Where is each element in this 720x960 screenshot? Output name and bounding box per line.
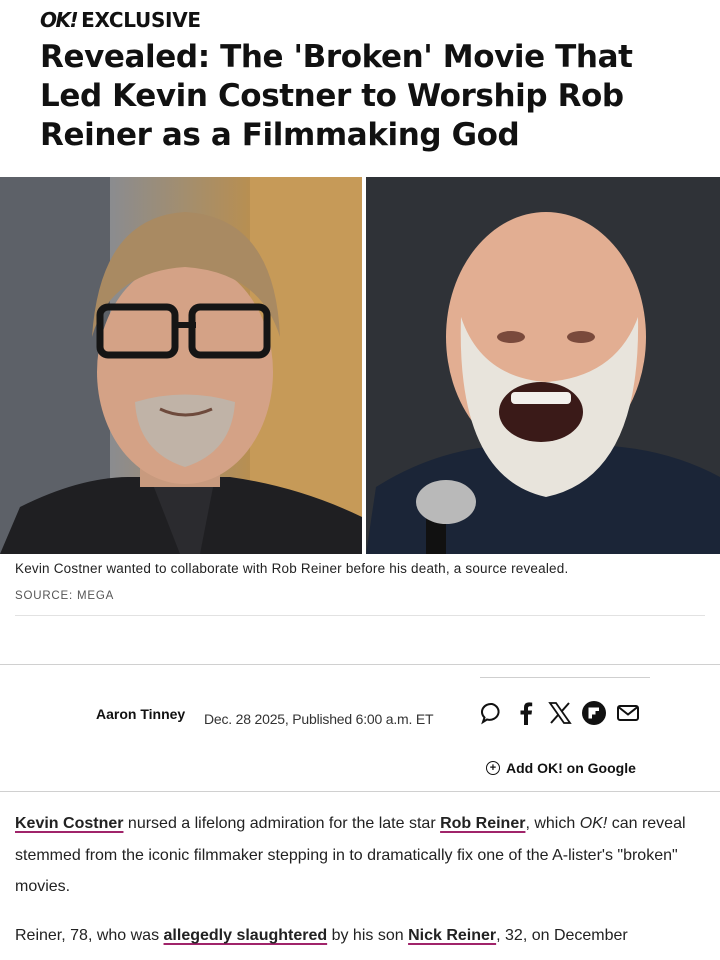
link-kevin-costner[interactable]: Kevin Costner xyxy=(15,815,123,832)
section-divider-top xyxy=(0,664,720,665)
exclusive-label: EXCLUSIVE xyxy=(81,8,201,32)
hero-image xyxy=(0,177,720,554)
article-paragraph-2: Reiner, 78, who was allegedly slaughtere… xyxy=(15,920,705,952)
email-icon[interactable] xyxy=(616,700,640,726)
section-divider-bottom xyxy=(0,791,720,792)
link-rob-reiner[interactable]: Rob Reiner xyxy=(440,815,525,832)
author-name[interactable]: Aaron Tinney xyxy=(96,706,185,722)
share-divider xyxy=(480,677,650,678)
flipboard-icon[interactable] xyxy=(582,700,606,726)
p2-text-1: Reiner, 78, who was xyxy=(15,927,164,944)
kevin-costner-illustration xyxy=(0,177,362,554)
image-source: SOURCE: MEGA xyxy=(15,590,115,602)
link-nick-reiner[interactable]: Nick Reiner xyxy=(408,927,496,944)
add-google-label: Add OK! on Google xyxy=(506,760,636,776)
x-icon[interactable] xyxy=(548,700,572,726)
share-bar xyxy=(480,700,640,726)
p1-text-1: nursed a lifelong admiration for the lat… xyxy=(123,815,441,832)
p2-text-3: , 32, on December xyxy=(496,927,628,944)
add-ok-on-google-button[interactable]: + Add OK! on Google xyxy=(486,760,636,776)
ok-logo[interactable]: OK! xyxy=(40,8,79,32)
p2-text-2: by his son xyxy=(327,927,409,944)
caption-divider xyxy=(15,615,705,616)
image-caption: Kevin Costner wanted to collaborate with… xyxy=(15,561,569,576)
facebook-icon[interactable] xyxy=(514,700,538,726)
p1-text-2: , which xyxy=(525,815,580,832)
plus-circle-icon: + xyxy=(486,761,500,775)
rob-reiner-photo xyxy=(366,177,720,554)
ok-italic: OK! xyxy=(579,815,608,832)
comment-icon[interactable] xyxy=(480,700,504,726)
rob-reiner-illustration xyxy=(366,177,720,554)
link-allegedly-slaughtered[interactable]: allegedly slaughtered xyxy=(164,927,328,944)
kevin-costner-photo xyxy=(0,177,362,554)
kicker: OK! EXCLUSIVE xyxy=(40,8,201,32)
publish-date: Dec. 28 2025, Published 6:00 a.m. ET xyxy=(204,711,434,727)
article-paragraph-1: Kevin Costner nursed a lifelong admirati… xyxy=(15,808,705,903)
article-headline: Revealed: The 'Broken' Movie That Led Ke… xyxy=(40,39,633,153)
